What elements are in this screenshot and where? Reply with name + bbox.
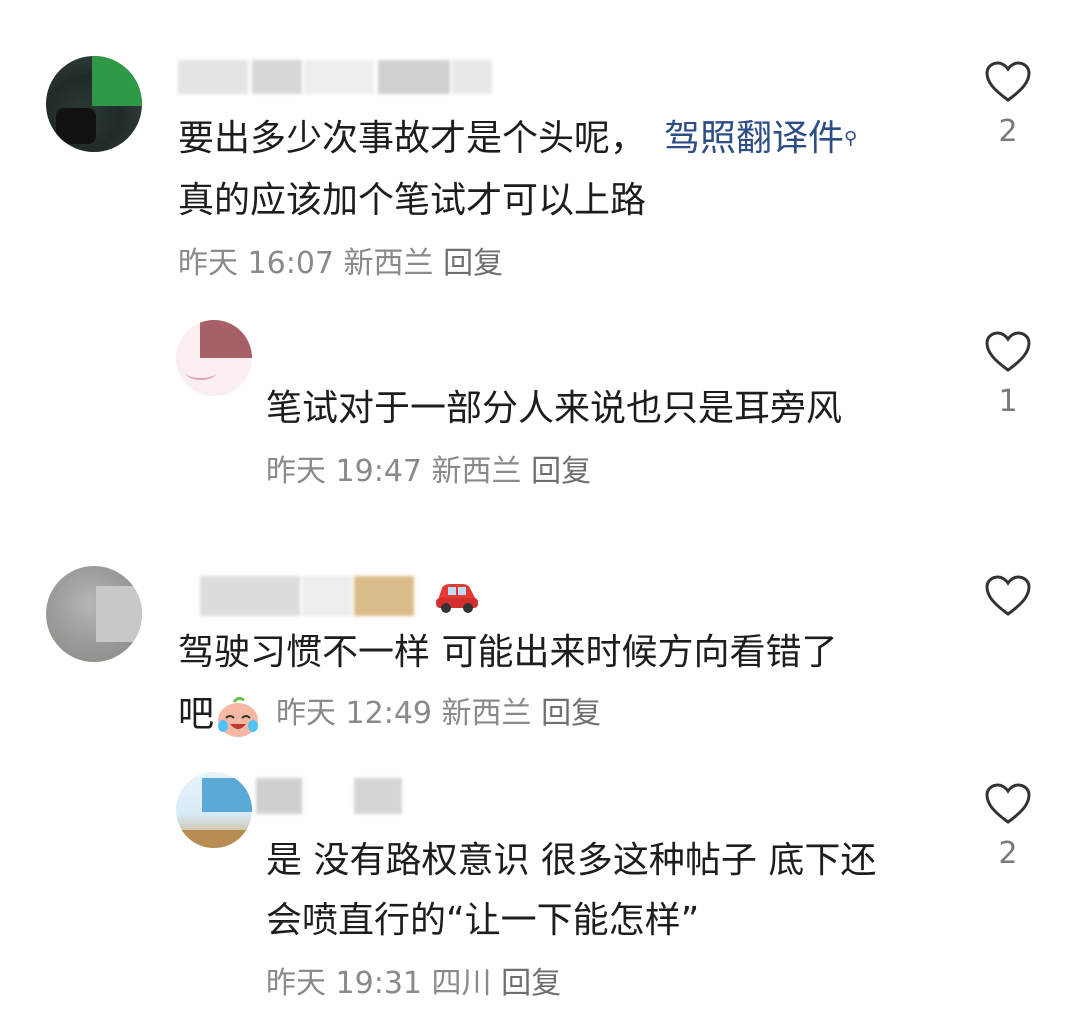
comment-text-line: 会喷直行的“让一下能怎样”: [266, 900, 700, 941]
heart-outline-icon[interactable]: [984, 330, 1032, 374]
comment-meta: 昨天 19:47 新西兰 回复: [266, 452, 591, 492]
reply-button[interactable]: 回复: [443, 246, 503, 281]
reply-button[interactable]: 回复: [531, 454, 591, 489]
comment-text-line: 驾驶习惯不一样 可能出来时候方向看错了: [178, 632, 838, 673]
timestamp: 昨天 16:07: [178, 246, 334, 281]
reply-button[interactable]: 回复: [501, 966, 561, 1001]
comment-text-line: 笔试对于一部分人来说也只是耳旁风: [266, 388, 843, 429]
timestamp: 昨天 12:49: [276, 696, 432, 731]
timestamp: 昨天 19:31: [266, 966, 422, 1001]
username-redacted[interactable]: [256, 778, 406, 814]
like-button[interactable]: 2: [978, 782, 1038, 872]
location: 四川: [431, 966, 492, 1001]
avatar[interactable]: [46, 56, 142, 152]
comment-text-line: 真的应该加个笔试才可以上路: [178, 180, 647, 221]
heart-outline-icon[interactable]: [984, 782, 1032, 826]
comment-meta: 昨天 19:31 四川 回复: [266, 964, 561, 1004]
like-button[interactable]: 2: [978, 60, 1038, 150]
search-link[interactable]: 驾照翻译件: [664, 118, 844, 159]
comment-meta: 昨天 16:07 新西兰 回复: [178, 244, 503, 284]
comment-text-line: 要出多少次事故才是个头呢，: [178, 118, 647, 159]
location: 新西兰: [431, 454, 522, 489]
avatar[interactable]: [176, 772, 252, 848]
avatar[interactable]: [46, 566, 142, 662]
like-button[interactable]: [978, 574, 1038, 628]
avatar[interactable]: [176, 320, 252, 396]
comment-text-line: 是 没有路权意识 很多这种帖子 底下还: [266, 840, 877, 881]
location: 新西兰: [343, 246, 434, 281]
username-redacted[interactable]: [180, 576, 420, 616]
like-count: 1: [998, 384, 1018, 419]
like-count: 2: [998, 836, 1018, 871]
comment-text: 要出多少次事故才是个头呢， 驾照翻译件⚲: [178, 108, 857, 170]
like-button[interactable]: 1: [978, 330, 1038, 420]
comment-text: 吧: [178, 684, 262, 746]
heart-outline-icon[interactable]: [984, 574, 1032, 618]
laughing-crying-emoji: [214, 694, 262, 738]
location: 新西兰: [441, 696, 532, 731]
timestamp: 昨天 19:47: [266, 454, 422, 489]
comment-text-line: 吧: [178, 694, 215, 735]
username-redacted[interactable]: [178, 60, 498, 94]
magnifier-icon[interactable]: ⚲: [844, 128, 857, 149]
reply-button[interactable]: 回复: [541, 696, 601, 731]
heart-outline-icon[interactable]: [984, 60, 1032, 104]
red-car-emoji: [432, 574, 480, 614]
comment-meta: 昨天 12:49 新西兰 回复: [276, 694, 601, 734]
like-count: 2: [998, 114, 1018, 149]
